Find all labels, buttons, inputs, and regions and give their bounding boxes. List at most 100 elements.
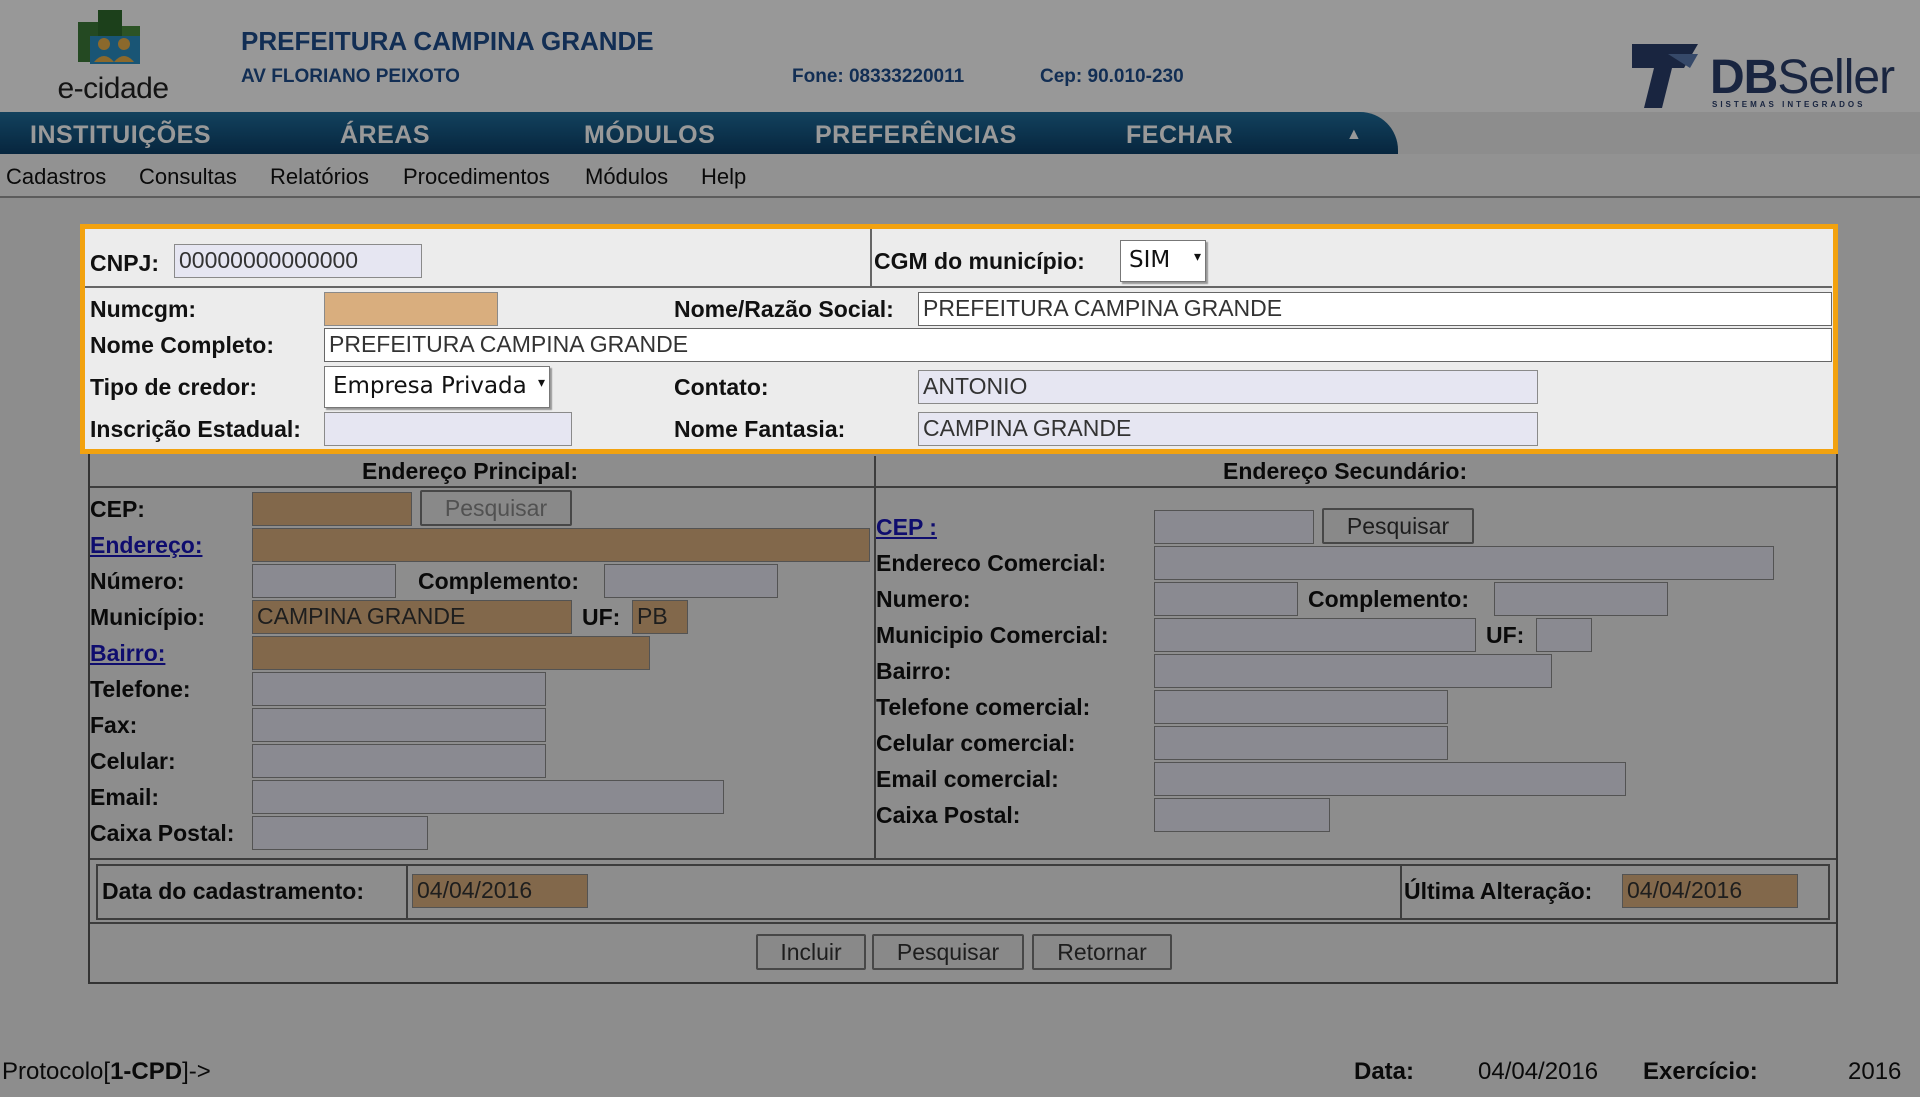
divider: [1400, 866, 1402, 920]
footer-exercicio-label: Exercício:: [1643, 1058, 1758, 1085]
triangle-up-icon[interactable]: ▲: [1346, 126, 1362, 144]
celular-input[interactable]: [252, 744, 546, 778]
bairro-secundario-label: Bairro:: [876, 658, 952, 684]
menu-procedimentos[interactable]: Procedimentos: [403, 164, 550, 190]
nav-fechar[interactable]: FECHAR: [1126, 121, 1233, 150]
cep-label: CEP:: [90, 496, 145, 522]
nav-areas[interactable]: ÁREAS: [340, 121, 430, 150]
org-name: PREFEITURA CAMPINA GRANDE: [241, 26, 654, 56]
footer-data-value: 04/04/2016: [1478, 1058, 1599, 1085]
telefone-input[interactable]: [252, 672, 546, 706]
retornar-button[interactable]: Retornar: [1032, 934, 1172, 970]
ultima-alteracao-label: Última Alteração:: [1404, 878, 1593, 904]
celular-comercial-input[interactable]: [1154, 726, 1448, 760]
divider: [90, 486, 1836, 488]
secundario-title: Endereço Secundário:: [1223, 458, 1468, 484]
endereco-comercial-input[interactable]: [1154, 546, 1774, 580]
nav-instituicoes[interactable]: INSTITUIÇÕES: [30, 121, 211, 150]
numcgm-input[interactable]: [324, 292, 498, 326]
tipo-credor-label: Tipo de credor:: [90, 374, 257, 400]
uf-label: UF:: [582, 604, 621, 630]
email-label: Email:: [90, 784, 160, 810]
endereco-link[interactable]: Endereço:: [90, 532, 202, 559]
dbseller-logo-text: DBSeller: [1710, 51, 1895, 104]
fax-input[interactable]: [252, 708, 546, 742]
divider: [406, 866, 408, 920]
uf-secundario-label: UF:: [1486, 622, 1525, 648]
contato-input[interactable]: ANTONIO: [918, 370, 1538, 404]
fax-label: Fax:: [90, 712, 138, 738]
tipo-credor-select[interactable]: Empresa Privada ▾: [324, 366, 550, 408]
contato-label: Contato:: [674, 374, 769, 400]
principal-title: Endereço Principal:: [362, 458, 579, 484]
menu-bar: Cadastros Consultas Relatórios Procedime…: [0, 154, 1920, 198]
footer-exercicio-value: 2016: [1848, 1058, 1902, 1085]
complemento-secundario-label: Complemento:: [1308, 586, 1469, 612]
numcgm-label: Numcgm:: [90, 296, 197, 322]
footer-data-label: Data:: [1354, 1058, 1415, 1085]
cep-secundario-link[interactable]: CEP :: [876, 514, 937, 541]
telefone-label: Telefone:: [90, 676, 191, 702]
numero-input[interactable]: [252, 564, 396, 598]
uf-secundario-input[interactable]: [1536, 618, 1592, 652]
menu-cadastros[interactable]: Cadastros: [6, 164, 106, 190]
razao-social-label: Nome/Razão Social:: [674, 296, 894, 322]
complemento-secundario-input[interactable]: [1494, 582, 1668, 616]
data-cadastramento-label: Data do cadastramento:: [102, 878, 365, 904]
incluir-button[interactable]: Incluir: [756, 934, 866, 970]
main-nav: INSTITUIÇÕES ÁREAS MÓDULOS PREFERÊNCIAS …: [0, 112, 1398, 154]
numero-secundario-input[interactable]: [1154, 582, 1298, 616]
divider: [84, 286, 1832, 288]
endereco-comercial-label: Endereco Comercial:: [876, 550, 1107, 576]
complemento-input[interactable]: [604, 564, 778, 598]
nav-modulos[interactable]: MÓDULOS: [584, 121, 715, 150]
uf-input[interactable]: PB: [632, 600, 688, 634]
pesquisar-cep-secundario-button[interactable]: Pesquisar: [1322, 508, 1474, 544]
municipio-comercial-input[interactable]: [1154, 618, 1476, 652]
email-input[interactable]: [252, 780, 724, 814]
caixa-postal-secundario-label: Caixa Postal:: [876, 802, 1021, 828]
menu-relatorios[interactable]: Relatórios: [270, 164, 369, 190]
numero-label: Número:: [90, 568, 185, 594]
cnpj-input[interactable]: 00000000000000: [174, 244, 422, 278]
municipio-label: Município:: [90, 604, 205, 630]
menu-help[interactable]: Help: [701, 164, 746, 190]
bairro-link[interactable]: Bairro:: [90, 640, 165, 667]
cgm-municipio-label: CGM do município:: [874, 248, 1085, 274]
e-cidade-logo: e-cidade: [38, 6, 188, 106]
pesquisar-button[interactable]: Pesquisar: [872, 934, 1024, 970]
org-address: AV FLORIANO PEIXOTO: [241, 66, 460, 87]
app-header: e-cidade PREFEITURA CAMPINA GRANDE AV FL…: [0, 0, 1920, 112]
ultima-alteracao-input[interactable]: 04/04/2016: [1622, 874, 1798, 908]
chevron-down-icon: ▾: [1193, 249, 1201, 265]
nome-fantasia-input[interactable]: CAMPINA GRANDE: [918, 412, 1538, 446]
caixa-postal-secundario-input[interactable]: [1154, 798, 1330, 832]
caixa-postal-input[interactable]: [252, 816, 428, 850]
divider: [90, 858, 1836, 860]
cep-secundario-input[interactable]: [1154, 510, 1314, 544]
nome-completo-input[interactable]: PREFEITURA CAMPINA GRANDE: [324, 328, 1832, 362]
pesquisar-cep-button[interactable]: Pesquisar: [420, 490, 572, 526]
divider: [90, 922, 1836, 924]
caixa-postal-label: Caixa Postal:: [90, 820, 235, 846]
endereco-input[interactable]: [252, 528, 870, 562]
inscricao-estadual-input[interactable]: [324, 412, 572, 446]
telefone-comercial-input[interactable]: [1154, 690, 1448, 724]
telefone-comercial-label: Telefone comercial:: [876, 694, 1091, 720]
menu-consultas[interactable]: Consultas: [139, 164, 237, 190]
bairro-input[interactable]: [252, 636, 650, 670]
celular-comercial-label: Celular comercial:: [876, 730, 1076, 756]
cep-input[interactable]: [252, 492, 412, 526]
chevron-down-icon: ▾: [537, 375, 545, 391]
data-cadastramento-input[interactable]: 04/04/2016: [412, 874, 588, 908]
razao-social-input[interactable]: PREFEITURA CAMPINA GRANDE: [918, 292, 1832, 326]
cgm-municipio-select[interactable]: SIM ▾: [1120, 240, 1206, 282]
municipio-input[interactable]: CAMPINA GRANDE: [252, 600, 572, 634]
nav-preferencias[interactable]: PREFERÊNCIAS: [815, 121, 1017, 150]
bairro-secundario-input[interactable]: [1154, 654, 1552, 688]
municipio-comercial-label: Municipio Comercial:: [876, 622, 1109, 648]
menu-modulos[interactable]: Módulos: [585, 164, 668, 190]
complemento-label: Complemento:: [418, 568, 579, 594]
dbseller-logo: DBSeller SISTEMAS INTEGRADOS: [1628, 38, 1898, 118]
email-comercial-input[interactable]: [1154, 762, 1626, 796]
